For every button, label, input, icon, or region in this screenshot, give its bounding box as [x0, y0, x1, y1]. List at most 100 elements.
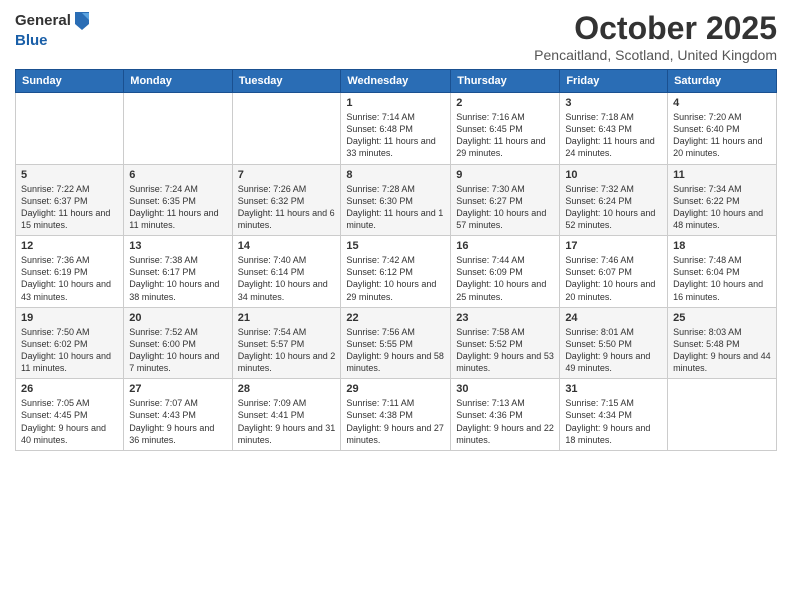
day-info: Sunrise: 7:26 AM Sunset: 6:32 PM Dayligh…	[238, 183, 336, 232]
day-number: 25	[673, 312, 771, 324]
day-info: Sunrise: 7:40 AM Sunset: 6:14 PM Dayligh…	[238, 254, 336, 303]
day-info: Sunrise: 7:54 AM Sunset: 5:57 PM Dayligh…	[238, 326, 336, 375]
day-number: 11	[673, 169, 771, 181]
title-block: October 2025 Pencaitland, Scotland, Unit…	[534, 10, 777, 63]
day-cell: 19 Sunrise: 7:50 AM Sunset: 6:02 PM Dayli…	[16, 307, 124, 379]
day-cell: 10 Sunrise: 7:32 AM Sunset: 6:24 PM Dayli…	[560, 164, 668, 236]
day-cell: 15Sunrise: 7:42 AM Sunset: 6:12 PM Dayli…	[341, 236, 451, 308]
day-cell: 1Sunrise: 7:14 AM Sunset: 6:48 PM Daylig…	[341, 93, 451, 165]
day-number: 21	[238, 312, 336, 324]
day-info: Sunrise: 7:50 AM Sunset: 6:02 PM Dayligh…	[21, 326, 118, 375]
week-row-4: 19 Sunrise: 7:50 AM Sunset: 6:02 PM Dayli…	[16, 307, 777, 379]
weekday-thursday: Thursday	[451, 70, 560, 93]
day-number: 28	[238, 383, 336, 395]
day-cell: 5 Sunrise: 7:22 AM Sunset: 6:37 PM Daylig…	[16, 164, 124, 236]
header: General Blue October 2025 Pencaitland, S…	[15, 10, 777, 63]
day-cell	[16, 93, 124, 165]
logo-blue: Blue	[15, 32, 91, 50]
day-number: 16	[456, 240, 554, 252]
day-info: Sunrise: 7:05 AM Sunset: 4:45 PM Dayligh…	[21, 397, 118, 446]
day-info: Sunrise: 7:38 AM Sunset: 6:17 PM Dayligh…	[129, 254, 226, 303]
day-cell: 12 Sunrise: 7:36 AM Sunset: 6:19 PM Dayli…	[16, 236, 124, 308]
day-info: Sunrise: 8:01 AM Sunset: 5:50 PM Dayligh…	[565, 326, 662, 375]
day-cell: 16 Sunrise: 7:44 AM Sunset: 6:09 PM Dayli…	[451, 236, 560, 308]
day-number: 19	[21, 312, 118, 324]
day-info: Sunrise: 7:30 AM Sunset: 6:27 PM Dayligh…	[456, 183, 554, 232]
calendar-body: 1Sunrise: 7:14 AM Sunset: 6:48 PM Daylig…	[16, 93, 777, 451]
day-number: 7	[238, 169, 336, 181]
weekday-sunday: Sunday	[16, 70, 124, 93]
location-title: Pencaitland, Scotland, United Kingdom	[534, 47, 777, 63]
day-number: 3	[565, 97, 662, 109]
day-cell: 8 Sunrise: 7:28 AM Sunset: 6:30 PM Daylig…	[341, 164, 451, 236]
day-info: Sunrise: 7:32 AM Sunset: 6:24 PM Dayligh…	[565, 183, 662, 232]
week-row-2: 5 Sunrise: 7:22 AM Sunset: 6:37 PM Daylig…	[16, 164, 777, 236]
day-cell: 13 Sunrise: 7:38 AM Sunset: 6:17 PM Dayli…	[124, 236, 232, 308]
day-cell: 4Sunrise: 7:20 AM Sunset: 6:40 PM Daylig…	[668, 93, 777, 165]
day-cell: 2 Sunrise: 7:16 AM Sunset: 6:45 PM Daylig…	[451, 93, 560, 165]
day-number: 2	[456, 97, 554, 109]
day-cell: 20 Sunrise: 7:52 AM Sunset: 6:00 PM Dayli…	[124, 307, 232, 379]
day-info: Sunrise: 7:16 AM Sunset: 6:45 PM Dayligh…	[456, 111, 554, 160]
day-cell: 6Sunrise: 7:24 AM Sunset: 6:35 PM Daylig…	[124, 164, 232, 236]
day-cell: 21 Sunrise: 7:54 AM Sunset: 5:57 PM Dayli…	[232, 307, 341, 379]
logo-icon	[73, 10, 91, 32]
day-cell: 22 Sunrise: 7:56 AM Sunset: 5:55 PM Dayli…	[341, 307, 451, 379]
day-cell: 26Sunrise: 7:05 AM Sunset: 4:45 PM Dayli…	[16, 379, 124, 451]
day-info: Sunrise: 7:52 AM Sunset: 6:00 PM Dayligh…	[129, 326, 226, 375]
month-title: October 2025	[534, 10, 777, 47]
weekday-saturday: Saturday	[668, 70, 777, 93]
day-info: Sunrise: 7:58 AM Sunset: 5:52 PM Dayligh…	[456, 326, 554, 375]
day-cell: 29 Sunrise: 7:11 AM Sunset: 4:38 PM Dayli…	[341, 379, 451, 451]
day-number: 30	[456, 383, 554, 395]
logo-general: General	[15, 12, 71, 30]
page: General Blue October 2025 Pencaitland, S…	[0, 0, 792, 612]
weekday-wednesday: Wednesday	[341, 70, 451, 93]
day-number: 29	[346, 383, 445, 395]
day-number: 22	[346, 312, 445, 324]
day-info: Sunrise: 7:46 AM Sunset: 6:07 PM Dayligh…	[565, 254, 662, 303]
day-info: Sunrise: 7:28 AM Sunset: 6:30 PM Dayligh…	[346, 183, 445, 232]
day-cell: 24 Sunrise: 8:01 AM Sunset: 5:50 PM Dayli…	[560, 307, 668, 379]
day-cell: 17Sunrise: 7:46 AM Sunset: 6:07 PM Dayli…	[560, 236, 668, 308]
day-info: Sunrise: 7:42 AM Sunset: 6:12 PM Dayligh…	[346, 254, 445, 303]
day-number: 10	[565, 169, 662, 181]
logo: General Blue	[15, 10, 91, 50]
week-row-1: 1Sunrise: 7:14 AM Sunset: 6:48 PM Daylig…	[16, 93, 777, 165]
day-cell: 18 Sunrise: 7:48 AM Sunset: 6:04 PM Dayli…	[668, 236, 777, 308]
day-info: Sunrise: 7:09 AM Sunset: 4:41 PM Dayligh…	[238, 397, 336, 446]
day-number: 24	[565, 312, 662, 324]
day-info: Sunrise: 7:18 AM Sunset: 6:43 PM Dayligh…	[565, 111, 662, 160]
day-info: Sunrise: 7:07 AM Sunset: 4:43 PM Dayligh…	[129, 397, 226, 446]
day-cell: 27 Sunrise: 7:07 AM Sunset: 4:43 PM Dayli…	[124, 379, 232, 451]
day-number: 14	[238, 240, 336, 252]
day-number: 20	[129, 312, 226, 324]
day-info: Sunrise: 7:11 AM Sunset: 4:38 PM Dayligh…	[346, 397, 445, 446]
day-cell	[668, 379, 777, 451]
day-number: 23	[456, 312, 554, 324]
weekday-monday: Monday	[124, 70, 232, 93]
day-cell: 23 Sunrise: 7:58 AM Sunset: 5:52 PM Dayli…	[451, 307, 560, 379]
day-info: Sunrise: 7:56 AM Sunset: 5:55 PM Dayligh…	[346, 326, 445, 375]
calendar: SundayMondayTuesdayWednesdayThursdayFrid…	[15, 69, 777, 451]
day-number: 9	[456, 169, 554, 181]
day-number: 31	[565, 383, 662, 395]
day-number: 18	[673, 240, 771, 252]
day-info: Sunrise: 7:20 AM Sunset: 6:40 PM Dayligh…	[673, 111, 771, 160]
day-info: Sunrise: 7:22 AM Sunset: 6:37 PM Dayligh…	[21, 183, 118, 232]
day-number: 6	[129, 169, 226, 181]
day-info: Sunrise: 7:36 AM Sunset: 6:19 PM Dayligh…	[21, 254, 118, 303]
week-row-5: 26Sunrise: 7:05 AM Sunset: 4:45 PM Dayli…	[16, 379, 777, 451]
day-number: 5	[21, 169, 118, 181]
day-number: 12	[21, 240, 118, 252]
day-number: 27	[129, 383, 226, 395]
day-number: 13	[129, 240, 226, 252]
day-info: Sunrise: 7:44 AM Sunset: 6:09 PM Dayligh…	[456, 254, 554, 303]
day-cell: 30Sunrise: 7:13 AM Sunset: 4:36 PM Dayli…	[451, 379, 560, 451]
day-info: Sunrise: 7:14 AM Sunset: 6:48 PM Dayligh…	[346, 111, 445, 160]
day-info: Sunrise: 7:48 AM Sunset: 6:04 PM Dayligh…	[673, 254, 771, 303]
weekday-tuesday: Tuesday	[232, 70, 341, 93]
day-cell	[124, 93, 232, 165]
day-number: 8	[346, 169, 445, 181]
day-cell: 14 Sunrise: 7:40 AM Sunset: 6:14 PM Dayli…	[232, 236, 341, 308]
